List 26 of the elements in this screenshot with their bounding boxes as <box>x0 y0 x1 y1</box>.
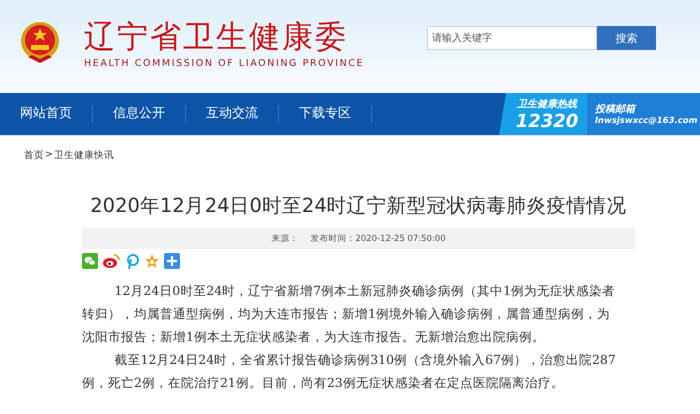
nav-link[interactable]: 信息公开 <box>93 105 186 123</box>
site-title: 辽宁省卫生健康委 <box>84 18 349 56</box>
nav-link[interactable]: 下载专区 <box>279 105 372 123</box>
hotline-number: 12320 <box>516 110 578 132</box>
plus-icon[interactable] <box>164 253 180 269</box>
article-paragraph: 截至12月24日24时，全省累计报告确诊病例310例（含境外输入67例），治愈出院287例，死亡2例，在院治疗21例。目前，尚有23例无症状感染者在定点医院隔离治疗。 <box>82 351 617 392</box>
breadcrumb-separator: > <box>45 149 53 162</box>
breadcrumb-link[interactable]: 卫生健康快讯 <box>54 149 114 162</box>
search-field[interactable]: 请输入关键字 <box>427 26 597 50</box>
article-title: 2020年12月24日0时至24时辽宁新型冠状病毒肺炎疫情情况 <box>89 193 628 219</box>
search-button[interactable]: 搜索 <box>597 26 656 50</box>
emblem-icon <box>18 19 62 65</box>
source-label: 来源： <box>271 232 298 244</box>
mailbox-label: 投稿邮箱 <box>595 102 638 116</box>
site-subtitle: HEALTH COMMISSION OF LIAONING PROVINCE <box>84 58 364 69</box>
eye-icon[interactable] <box>102 253 120 269</box>
breadcrumb-link[interactable]: 首页 <box>24 149 44 162</box>
mailbox-address[interactable]: lnwsjswxcc@163.com <box>595 116 700 126</box>
article-paragraph: 12月24日0时至24时，辽宁省新增7例本土新冠肺炎确诊病例（其中1例为无症状感染者转归），均属普通型病例，均为大连市报告；新增1例境外输入确诊病例，属普通型病例，为沈阳市报告；新增1例本土无症状感染者，为大连市报告。无新增治愈出院病例。 <box>82 282 616 346</box>
nav-link[interactable]: 网站首页 <box>0 105 93 123</box>
nav-link[interactable]: 互动交流 <box>186 105 279 123</box>
hotline-label: 卫生健康热线 <box>517 97 577 110</box>
star-icon[interactable] <box>144 253 160 269</box>
chat-bubbles-icon[interactable] <box>82 253 98 269</box>
circle-p-icon[interactable] <box>124 253 140 269</box>
publish-time: 发布时间：2020-12-25 07:50:00 <box>310 232 446 244</box>
